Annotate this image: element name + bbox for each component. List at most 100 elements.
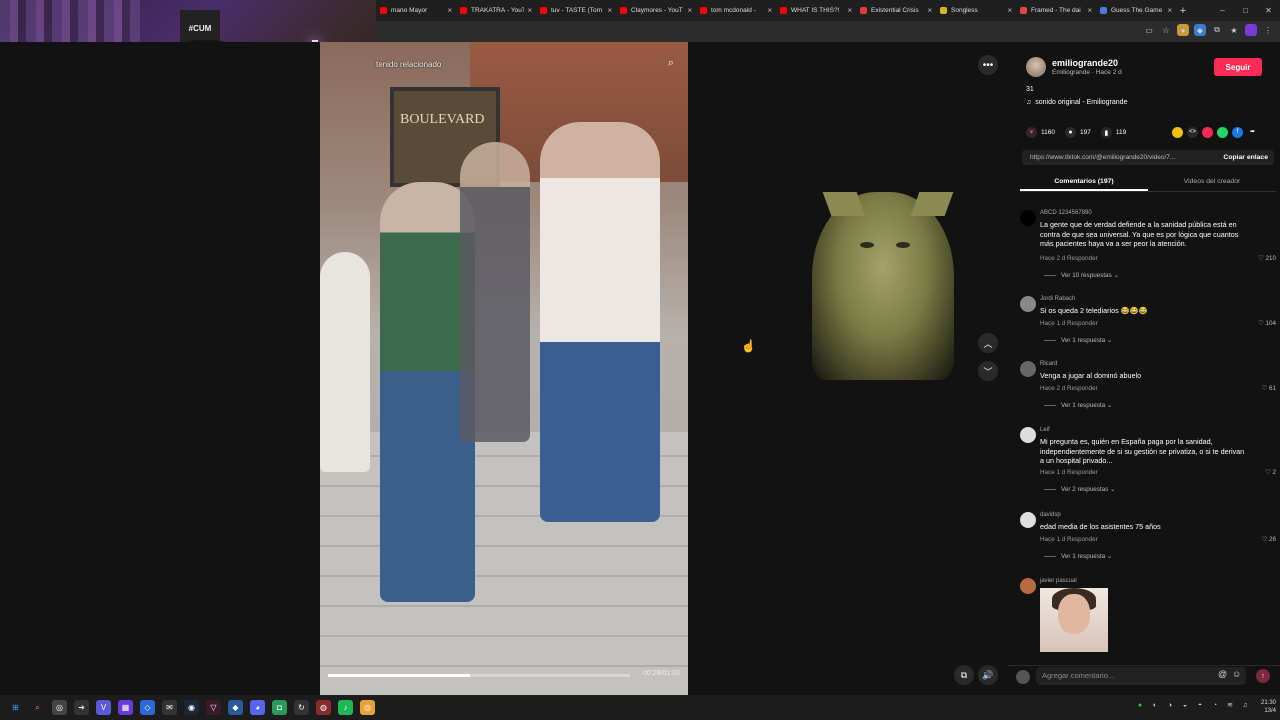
- close-window-button[interactable]: ✕: [1257, 6, 1280, 15]
- view-replies-button[interactable]: Ver 10 respuestas ⌄: [1044, 272, 1119, 279]
- post-sound[interactable]: ♫ sonido original - Emiliogrande: [1026, 99, 1127, 106]
- tab-close-icon[interactable]: ×: [607, 6, 612, 15]
- bookmark-star-icon[interactable]: ☆: [1160, 24, 1172, 36]
- browser-tab[interactable]: tuv - TASTE (Tom ×: [536, 0, 616, 21]
- chrome-icon[interactable]: ◎: [360, 700, 375, 715]
- speaker-icon[interactable]: ♫: [1240, 700, 1250, 710]
- comment-username[interactable]: ABCD 1234567890: [1040, 210, 1092, 216]
- embed-icon[interactable]: <>: [1187, 127, 1198, 138]
- share-arrow-icon[interactable]: ➦: [1247, 127, 1258, 138]
- mention-icon[interactable]: @: [1218, 669, 1227, 679]
- tab-creator-videos[interactable]: Videos del creador: [1148, 172, 1276, 191]
- tab-close-icon[interactable]: ×: [767, 6, 772, 15]
- tab-close-icon[interactable]: ×: [1167, 6, 1172, 15]
- like-stat[interactable]: ♥ 1160: [1026, 127, 1055, 138]
- comment-username[interactable]: Jordi Rabach: [1040, 296, 1075, 302]
- tray-icon-5[interactable]: ◓: [1195, 700, 1205, 710]
- app-icon-8[interactable]: ▽: [206, 700, 221, 715]
- windows-start-icon[interactable]: ⊞: [8, 700, 23, 715]
- save-stat[interactable]: ▮ 119: [1100, 127, 1126, 138]
- heart-icon[interactable]: ♥: [1026, 127, 1037, 138]
- comment-meta[interactable]: Hace 1 d Responder: [1040, 320, 1098, 327]
- previous-video-button[interactable]: ︿: [978, 333, 998, 353]
- search-icon[interactable]: ⌕: [668, 57, 674, 70]
- view-replies-button[interactable]: Ver 1 respuesta ⌄: [1044, 402, 1112, 409]
- comment-avatar[interactable]: [1020, 361, 1036, 377]
- taskbar-clock[interactable]: 21:30 13/4: [1261, 699, 1276, 715]
- comment-avatar[interactable]: [1020, 578, 1036, 594]
- comment-avatar[interactable]: [1020, 427, 1036, 443]
- tray-icon-1[interactable]: ●: [1135, 700, 1145, 710]
- comment-like[interactable]: ♡ 26: [1262, 536, 1276, 543]
- discord-icon[interactable]: ◕: [250, 700, 265, 715]
- tab-close-icon[interactable]: ×: [687, 6, 692, 15]
- follow-button[interactable]: Seguir: [1214, 58, 1262, 76]
- comment-meta[interactable]: Hace 1 d Responder: [1040, 469, 1098, 476]
- app-icon-6[interactable]: ✉: [162, 700, 177, 715]
- comment-input[interactable]: Agregar comentario...: [1036, 667, 1246, 685]
- maximize-button[interactable]: □: [1234, 6, 1257, 15]
- whatsapp-icon[interactable]: [1217, 127, 1228, 138]
- view-replies-button[interactable]: Ver 1 respuesta ⌄: [1044, 337, 1112, 344]
- app-icon-2[interactable]: ➜: [74, 700, 89, 715]
- app-icon-1[interactable]: ◎: [52, 700, 67, 715]
- friends-share-icon[interactable]: [1172, 127, 1183, 138]
- cast-icon[interactable]: ▭: [1143, 24, 1155, 36]
- browser-tab[interactable]: Framed - The dai ×: [1016, 0, 1096, 21]
- author-info[interactable]: emiliogrande20 Emiliogrande · Hace 2 d: [1026, 57, 1122, 77]
- view-replies-button[interactable]: Ver 2 respuestas ⌄: [1044, 486, 1115, 493]
- puzzle-icon[interactable]: ⧉: [1211, 24, 1223, 36]
- menu-icon[interactable]: ⋮: [1262, 24, 1274, 36]
- app-icon-5[interactable]: ◇: [140, 700, 155, 715]
- send-comment-button[interactable]: ↑: [1256, 669, 1270, 683]
- comment-meta[interactable]: Hace 2 d Responder: [1040, 385, 1098, 392]
- copy-link-button[interactable]: Copiar enlace: [1223, 154, 1268, 161]
- app-icon-3[interactable]: V: [96, 700, 111, 715]
- browser-tab[interactable]: Songless ×: [936, 0, 1016, 21]
- volume-button[interactable]: 🔊: [978, 665, 998, 685]
- tab-close-icon[interactable]: ×: [527, 6, 532, 15]
- tab-close-icon[interactable]: ×: [1007, 6, 1012, 15]
- browser-tab[interactable]: TRAKATRÁ - YouT ×: [456, 0, 536, 21]
- browser-tab[interactable]: WHAT IS THIS?! ×: [776, 0, 856, 21]
- steam-icon[interactable]: ◉: [184, 700, 199, 715]
- comment-avatar[interactable]: [1020, 210, 1036, 226]
- comment-image[interactable]: [1040, 588, 1108, 652]
- app-icon-13[interactable]: ◍: [316, 700, 331, 715]
- comment-username[interactable]: davidsp: [1040, 512, 1061, 518]
- video-progress-bar[interactable]: [328, 674, 630, 677]
- comment-avatar[interactable]: [1020, 512, 1036, 528]
- browser-tab[interactable]: Claymores - YouT ×: [616, 0, 696, 21]
- comment-like[interactable]: ♡ 104: [1258, 320, 1276, 327]
- profile-icon[interactable]: [1245, 24, 1257, 36]
- app-icon-4[interactable]: ▦: [118, 700, 133, 715]
- more-options-button[interactable]: •••: [978, 55, 998, 75]
- spotify-icon[interactable]: ♪: [338, 700, 353, 715]
- comment-meta[interactable]: Hace 1 d Responder: [1040, 536, 1098, 543]
- tray-icon-4[interactable]: ◒: [1180, 700, 1190, 710]
- new-tab-button[interactable]: +: [1176, 5, 1190, 17]
- browser-tab[interactable]: Existential Crisis ×: [856, 0, 936, 21]
- app-icon-12[interactable]: ↻: [294, 700, 309, 715]
- tray-icon-6[interactable]: ◔: [1210, 700, 1220, 710]
- facebook-icon[interactable]: f: [1232, 127, 1243, 138]
- comment-username[interactable]: Ricard: [1040, 361, 1057, 367]
- author-avatar[interactable]: [1026, 57, 1046, 77]
- video-player[interactable]: BOULEVARD tenido relacionado ⌕ 00:29/01:…: [320, 42, 688, 695]
- comment-icon[interactable]: ●: [1064, 127, 1076, 138]
- browser-tab[interactable]: mano Mayor ×: [376, 0, 456, 21]
- comment-username[interactable]: javier pascual: [1040, 578, 1077, 584]
- tray-icon-2[interactable]: ◐: [1150, 700, 1160, 710]
- browser-tab[interactable]: Guess The Game ×: [1096, 0, 1176, 21]
- comment-avatar[interactable]: [1020, 296, 1036, 312]
- comment-meta[interactable]: Hace 2 d Responder: [1040, 255, 1098, 262]
- extension-icon[interactable]: ●: [1177, 24, 1189, 36]
- tab-comments[interactable]: Comentarios (197): [1020, 172, 1148, 191]
- comment-username[interactable]: Leif: [1040, 427, 1050, 433]
- tab-close-icon[interactable]: ×: [447, 6, 452, 15]
- browser-tab[interactable]: tom mcdonald - ×: [696, 0, 776, 21]
- search-taskbar-icon[interactable]: ⌕: [30, 700, 45, 715]
- view-replies-button[interactable]: Ver 1 respuesta ⌄: [1044, 553, 1112, 560]
- emoji-icon[interactable]: ☺: [1232, 669, 1241, 679]
- tray-icon-3[interactable]: ◑: [1165, 700, 1175, 710]
